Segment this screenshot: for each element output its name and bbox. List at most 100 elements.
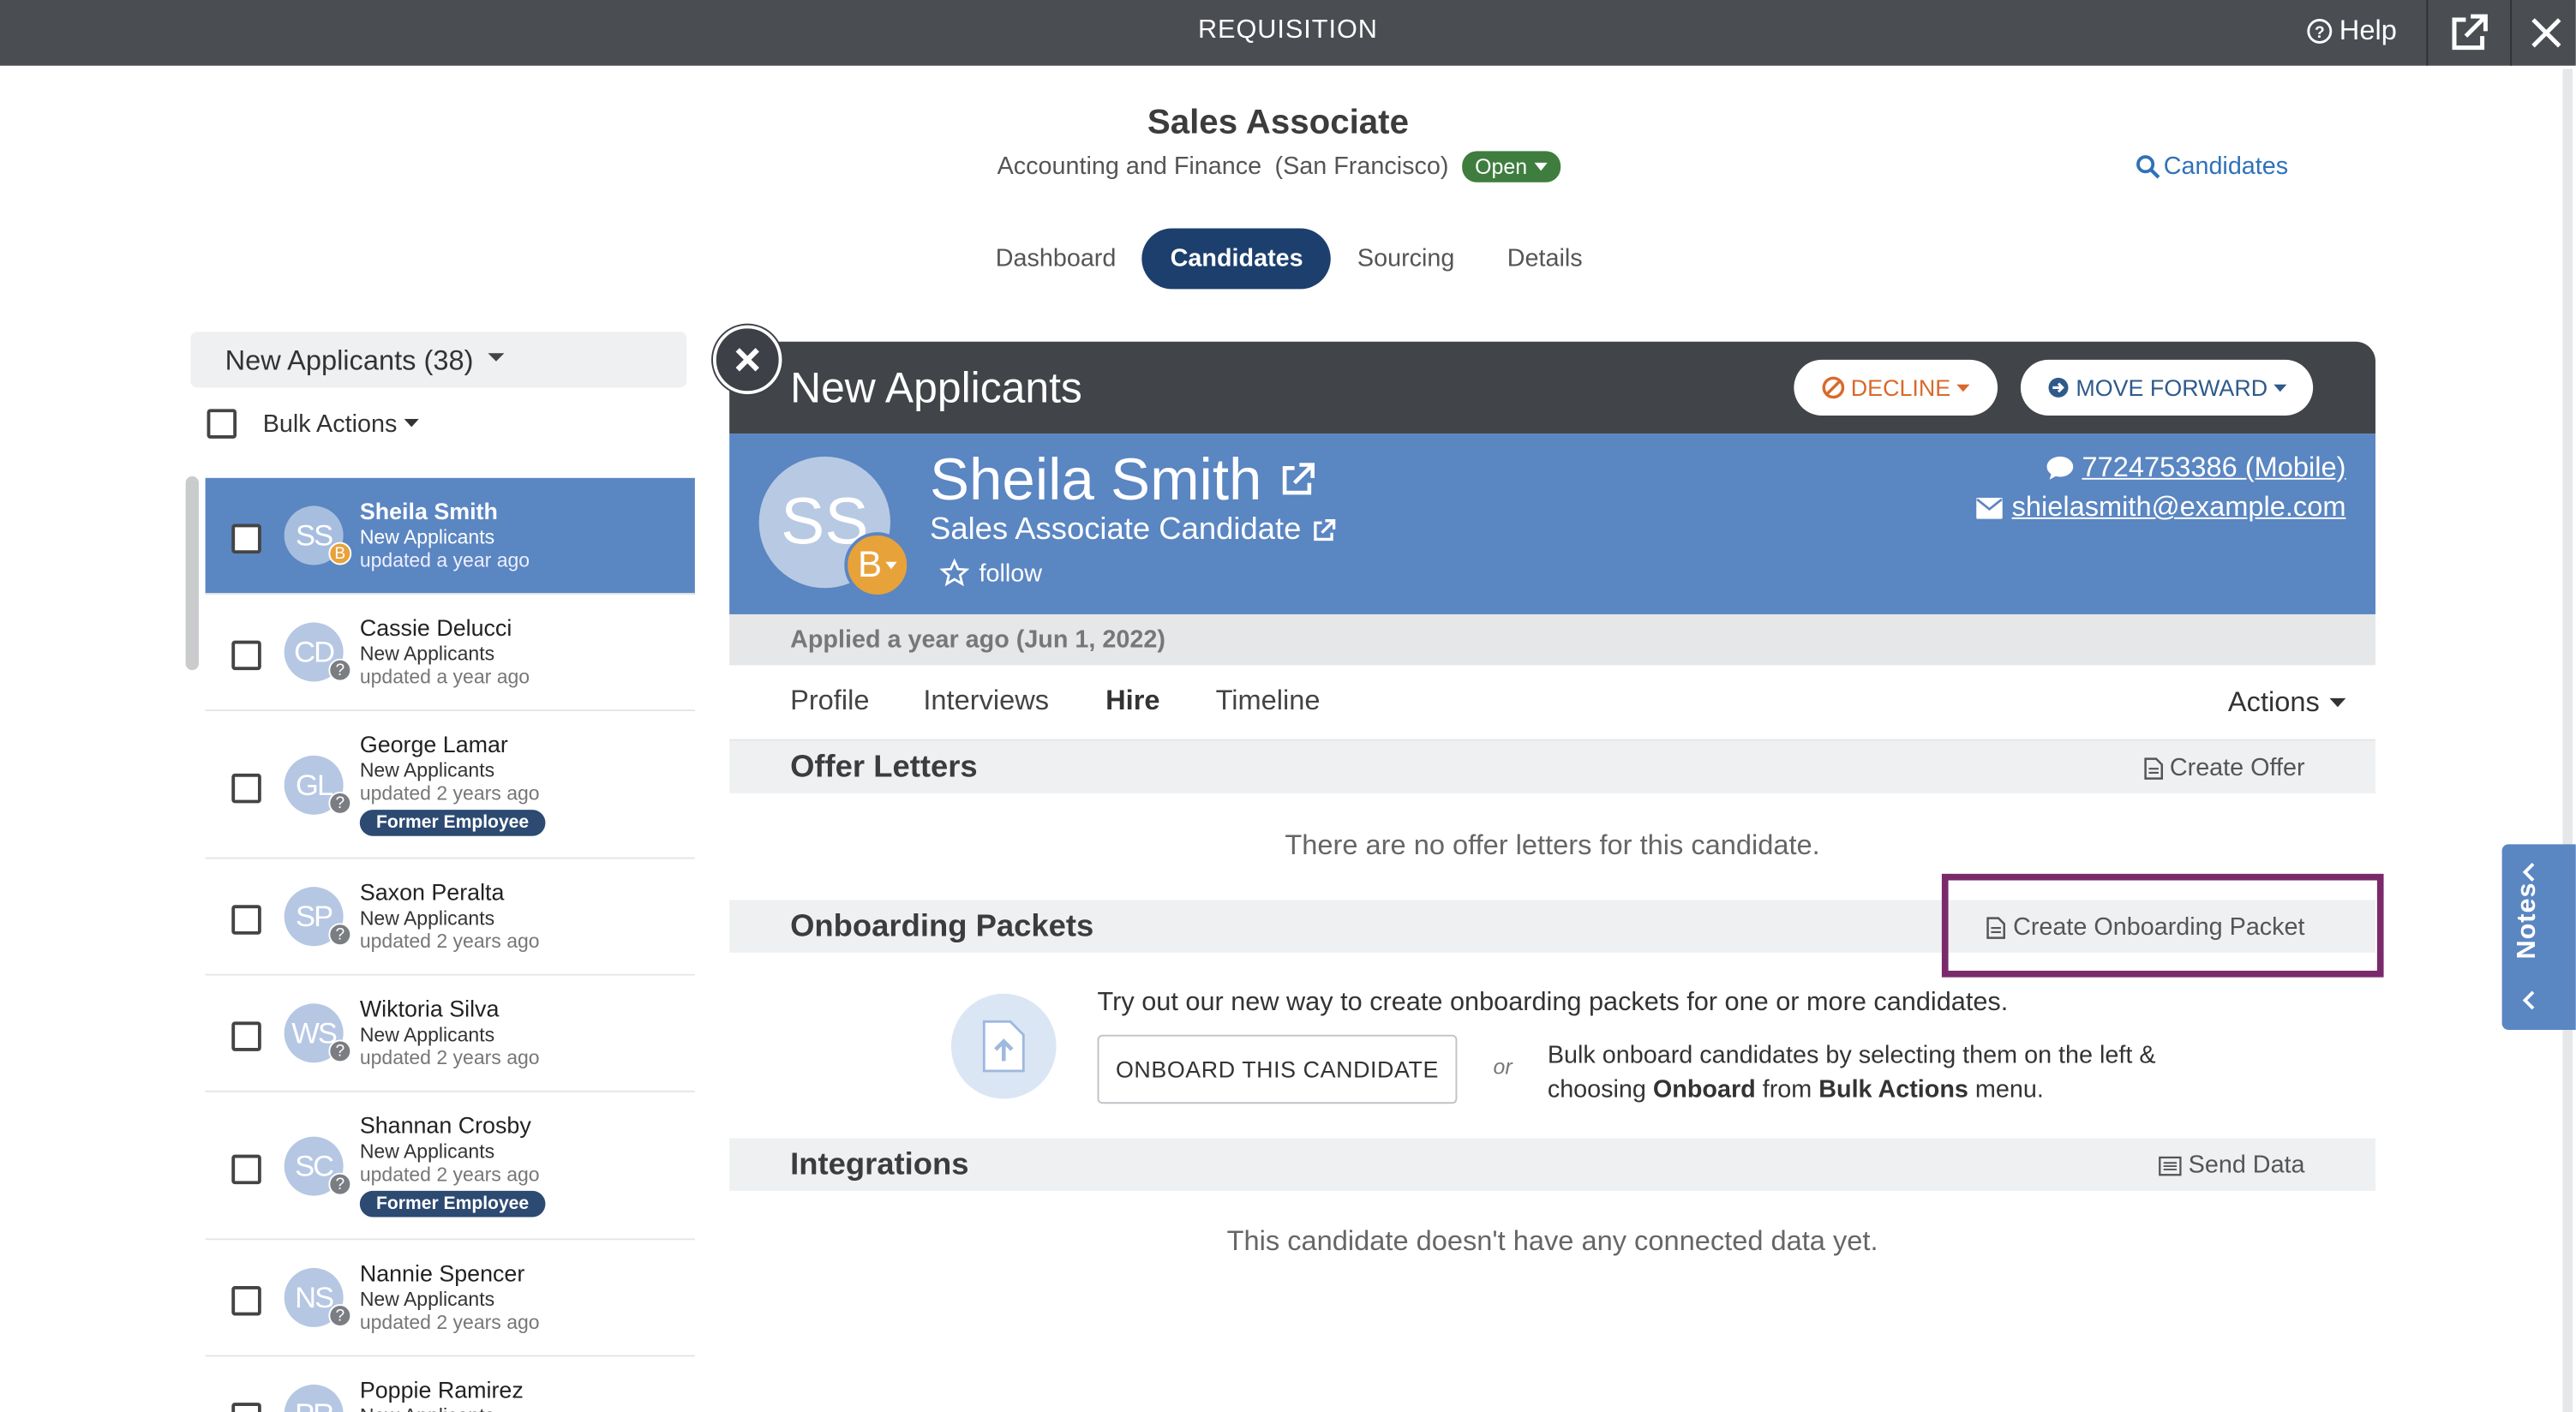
former-employee-badge: Former Employee bbox=[359, 1190, 546, 1218]
candidate-name: Sheila Smith bbox=[930, 445, 1262, 513]
requisition-tabs: Dashboard Candidates Sourcing Details bbox=[969, 228, 1609, 290]
owner-badge: B bbox=[328, 541, 352, 565]
candidate-updated: updated 2 years ago bbox=[359, 930, 540, 953]
row-checkbox[interactable] bbox=[231, 640, 261, 671]
bulk-actions-dropdown[interactable]: Bulk Actions bbox=[263, 410, 419, 438]
divider bbox=[2426, 0, 2429, 66]
candidate-stage: New Applicants bbox=[359, 525, 495, 549]
candidate-role: Sales Associate Candidate bbox=[930, 512, 1302, 547]
row-checkbox[interactable] bbox=[231, 1154, 261, 1185]
candidate-stage: New Applicants bbox=[359, 1023, 495, 1047]
list-item-text: Saxon Peralta New Applicants updated 2 y… bbox=[360, 879, 540, 953]
row-checkbox[interactable] bbox=[231, 1286, 261, 1316]
unknown-badge: ? bbox=[328, 1172, 352, 1196]
notes-tab[interactable]: Notes bbox=[2501, 844, 2576, 1030]
list-item-text: Cassie Delucci New Applicants updated a … bbox=[360, 614, 530, 688]
bulk-actions-row: Bulk Actions bbox=[207, 409, 419, 439]
list-alt-icon bbox=[2159, 1155, 2182, 1176]
help-label: Help bbox=[2339, 15, 2397, 46]
actions-dropdown[interactable]: Actions bbox=[2228, 686, 2346, 719]
tab-profile[interactable]: Profile bbox=[790, 685, 869, 717]
close-window-button[interactable] bbox=[2515, 0, 2576, 66]
caret-down-icon bbox=[404, 417, 419, 427]
candidate-stage: New Applicants bbox=[359, 1287, 495, 1311]
phone-link[interactable]: 7724753386 (Mobile) bbox=[2046, 452, 2345, 484]
divider bbox=[2510, 0, 2513, 66]
question-circle-icon: ? bbox=[2307, 18, 2333, 44]
row-checkbox[interactable] bbox=[231, 524, 261, 554]
unknown-badge: ? bbox=[328, 658, 352, 682]
list-item[interactable]: SC ? Shannan Crosby New Applicants updat… bbox=[205, 1092, 695, 1241]
close-icon bbox=[735, 348, 759, 372]
candidate-stage: New Applicants bbox=[359, 1140, 495, 1164]
list-item[interactable]: SS B Sheila Smith New Applicants updated… bbox=[205, 477, 695, 595]
bulk-hint-bulk-actions: Bulk Actions bbox=[1818, 1075, 1968, 1104]
tab-timeline[interactable]: Timeline bbox=[1216, 685, 1321, 717]
row-checkbox[interactable] bbox=[231, 773, 261, 804]
tab-sourcing[interactable]: Sourcing bbox=[1331, 228, 1481, 289]
candidate-updated: updated 2 years ago bbox=[359, 1046, 540, 1069]
candidate-stage: New Applicants bbox=[360, 1404, 524, 1412]
email-link[interactable]: shielasmith@example.com bbox=[1975, 491, 2345, 524]
tab-hire[interactable]: Hire bbox=[1105, 685, 1159, 717]
tab-details[interactable]: Details bbox=[1481, 228, 1609, 289]
caret-down-icon bbox=[2273, 383, 2288, 392]
tab-interviews[interactable]: Interviews bbox=[923, 685, 1049, 717]
create-offer-button[interactable]: Create Offer bbox=[2143, 754, 2305, 781]
decline-button[interactable]: DECLINE bbox=[1794, 359, 1998, 416]
caret-down-icon bbox=[884, 560, 897, 569]
help-link[interactable]: ? Help bbox=[2306, 15, 2397, 47]
send-data-button[interactable]: Send Data bbox=[2159, 1152, 2305, 1179]
row-checkbox[interactable] bbox=[231, 905, 261, 935]
email-address: shielasmith@example.com bbox=[2011, 491, 2346, 523]
former-employee-badge: Former Employee bbox=[359, 810, 546, 836]
row-checkbox[interactable] bbox=[231, 1403, 261, 1412]
owner-avatar[interactable]: B bbox=[844, 532, 911, 598]
move-forward-button[interactable]: MOVE FORWARD bbox=[2020, 359, 2314, 416]
onboard-this-candidate-button[interactable]: ONBOARD THIS CANDIDATE bbox=[1097, 1034, 1458, 1104]
list-item[interactable]: PR Poppie Ramirez New Applicants bbox=[205, 1356, 695, 1412]
row-checkbox[interactable] bbox=[231, 1021, 261, 1051]
candidates-search-link[interactable]: Candidates bbox=[2136, 153, 2288, 181]
top-bar: REQUISITION ? Help bbox=[0, 0, 2576, 66]
comment-icon bbox=[2047, 456, 2074, 480]
external-link-icon bbox=[1314, 519, 1336, 541]
move-forward-label: MOVE FORWARD bbox=[2076, 374, 2268, 401]
candidate-subtabs: Profile Interviews Hire Timeline Actions bbox=[729, 665, 2375, 741]
bulk-hint-text: from bbox=[1755, 1075, 1819, 1104]
popout-button[interactable] bbox=[2438, 0, 2501, 66]
candidate-role-link[interactable]: Sales Associate Candidate bbox=[930, 512, 1338, 548]
list-scrollbar[interactable] bbox=[185, 476, 199, 671]
list-item[interactable]: GL ? George Lamar New Applicants updated… bbox=[205, 711, 695, 859]
status-dropdown[interactable]: Open bbox=[1461, 151, 1561, 182]
candidate-updated: updated a year ago bbox=[359, 548, 530, 572]
location: (San Francisco) bbox=[1274, 153, 1449, 181]
candidate-name: Cassie Delucci bbox=[359, 613, 512, 641]
file-icon bbox=[2143, 757, 2163, 779]
candidate-stage: New Applicants bbox=[359, 642, 495, 666]
list-item[interactable]: WS ? Wiktoria Silva New Applicants updat… bbox=[205, 975, 695, 1092]
follow-button[interactable]: follow bbox=[939, 558, 1042, 589]
tab-dashboard[interactable]: Dashboard bbox=[969, 228, 1142, 289]
applied-date: Applied a year ago (Jun 1, 2022) bbox=[729, 613, 2375, 666]
candidate-name: Wiktoria Silva bbox=[359, 995, 500, 1022]
external-link-icon bbox=[2452, 14, 2488, 51]
list-item-text: Shannan Crosby New Applicants updated 2 … bbox=[359, 1112, 546, 1218]
select-all-checkbox[interactable] bbox=[207, 409, 237, 439]
window-title: REQUISITION bbox=[1197, 16, 1378, 45]
list-item[interactable]: CD ? Cassie Delucci New Applicants updat… bbox=[205, 594, 695, 712]
stage-select[interactable]: New Applicants (38) bbox=[190, 332, 687, 388]
close-candidate-button[interactable] bbox=[712, 325, 782, 395]
list-item-text: Sheila Smith New Applicants updated a ye… bbox=[360, 498, 530, 571]
caret-down-icon bbox=[2329, 697, 2346, 708]
list-item[interactable]: NS ? Nannie Spencer New Applicants updat… bbox=[205, 1240, 695, 1357]
candidate-name: Sheila Smith bbox=[359, 497, 498, 524]
tab-candidates[interactable]: Candidates bbox=[1142, 228, 1332, 290]
candidate-name-link[interactable]: Sheila Smith bbox=[930, 446, 1318, 515]
stage-select-label: New Applicants (38) bbox=[225, 344, 474, 376]
candidate-list-panel: New Applicants (38) Bulk Actions SS B Sh… bbox=[182, 315, 695, 1412]
list-item-text: Wiktoria Silva New Applicants updated 2 … bbox=[360, 996, 540, 1069]
list-item[interactable]: SP ? Saxon Peralta New Applicants update… bbox=[205, 859, 695, 976]
candidate-stage: New Applicants bbox=[359, 906, 495, 930]
page-scrollbar[interactable] bbox=[2562, 69, 2573, 1412]
